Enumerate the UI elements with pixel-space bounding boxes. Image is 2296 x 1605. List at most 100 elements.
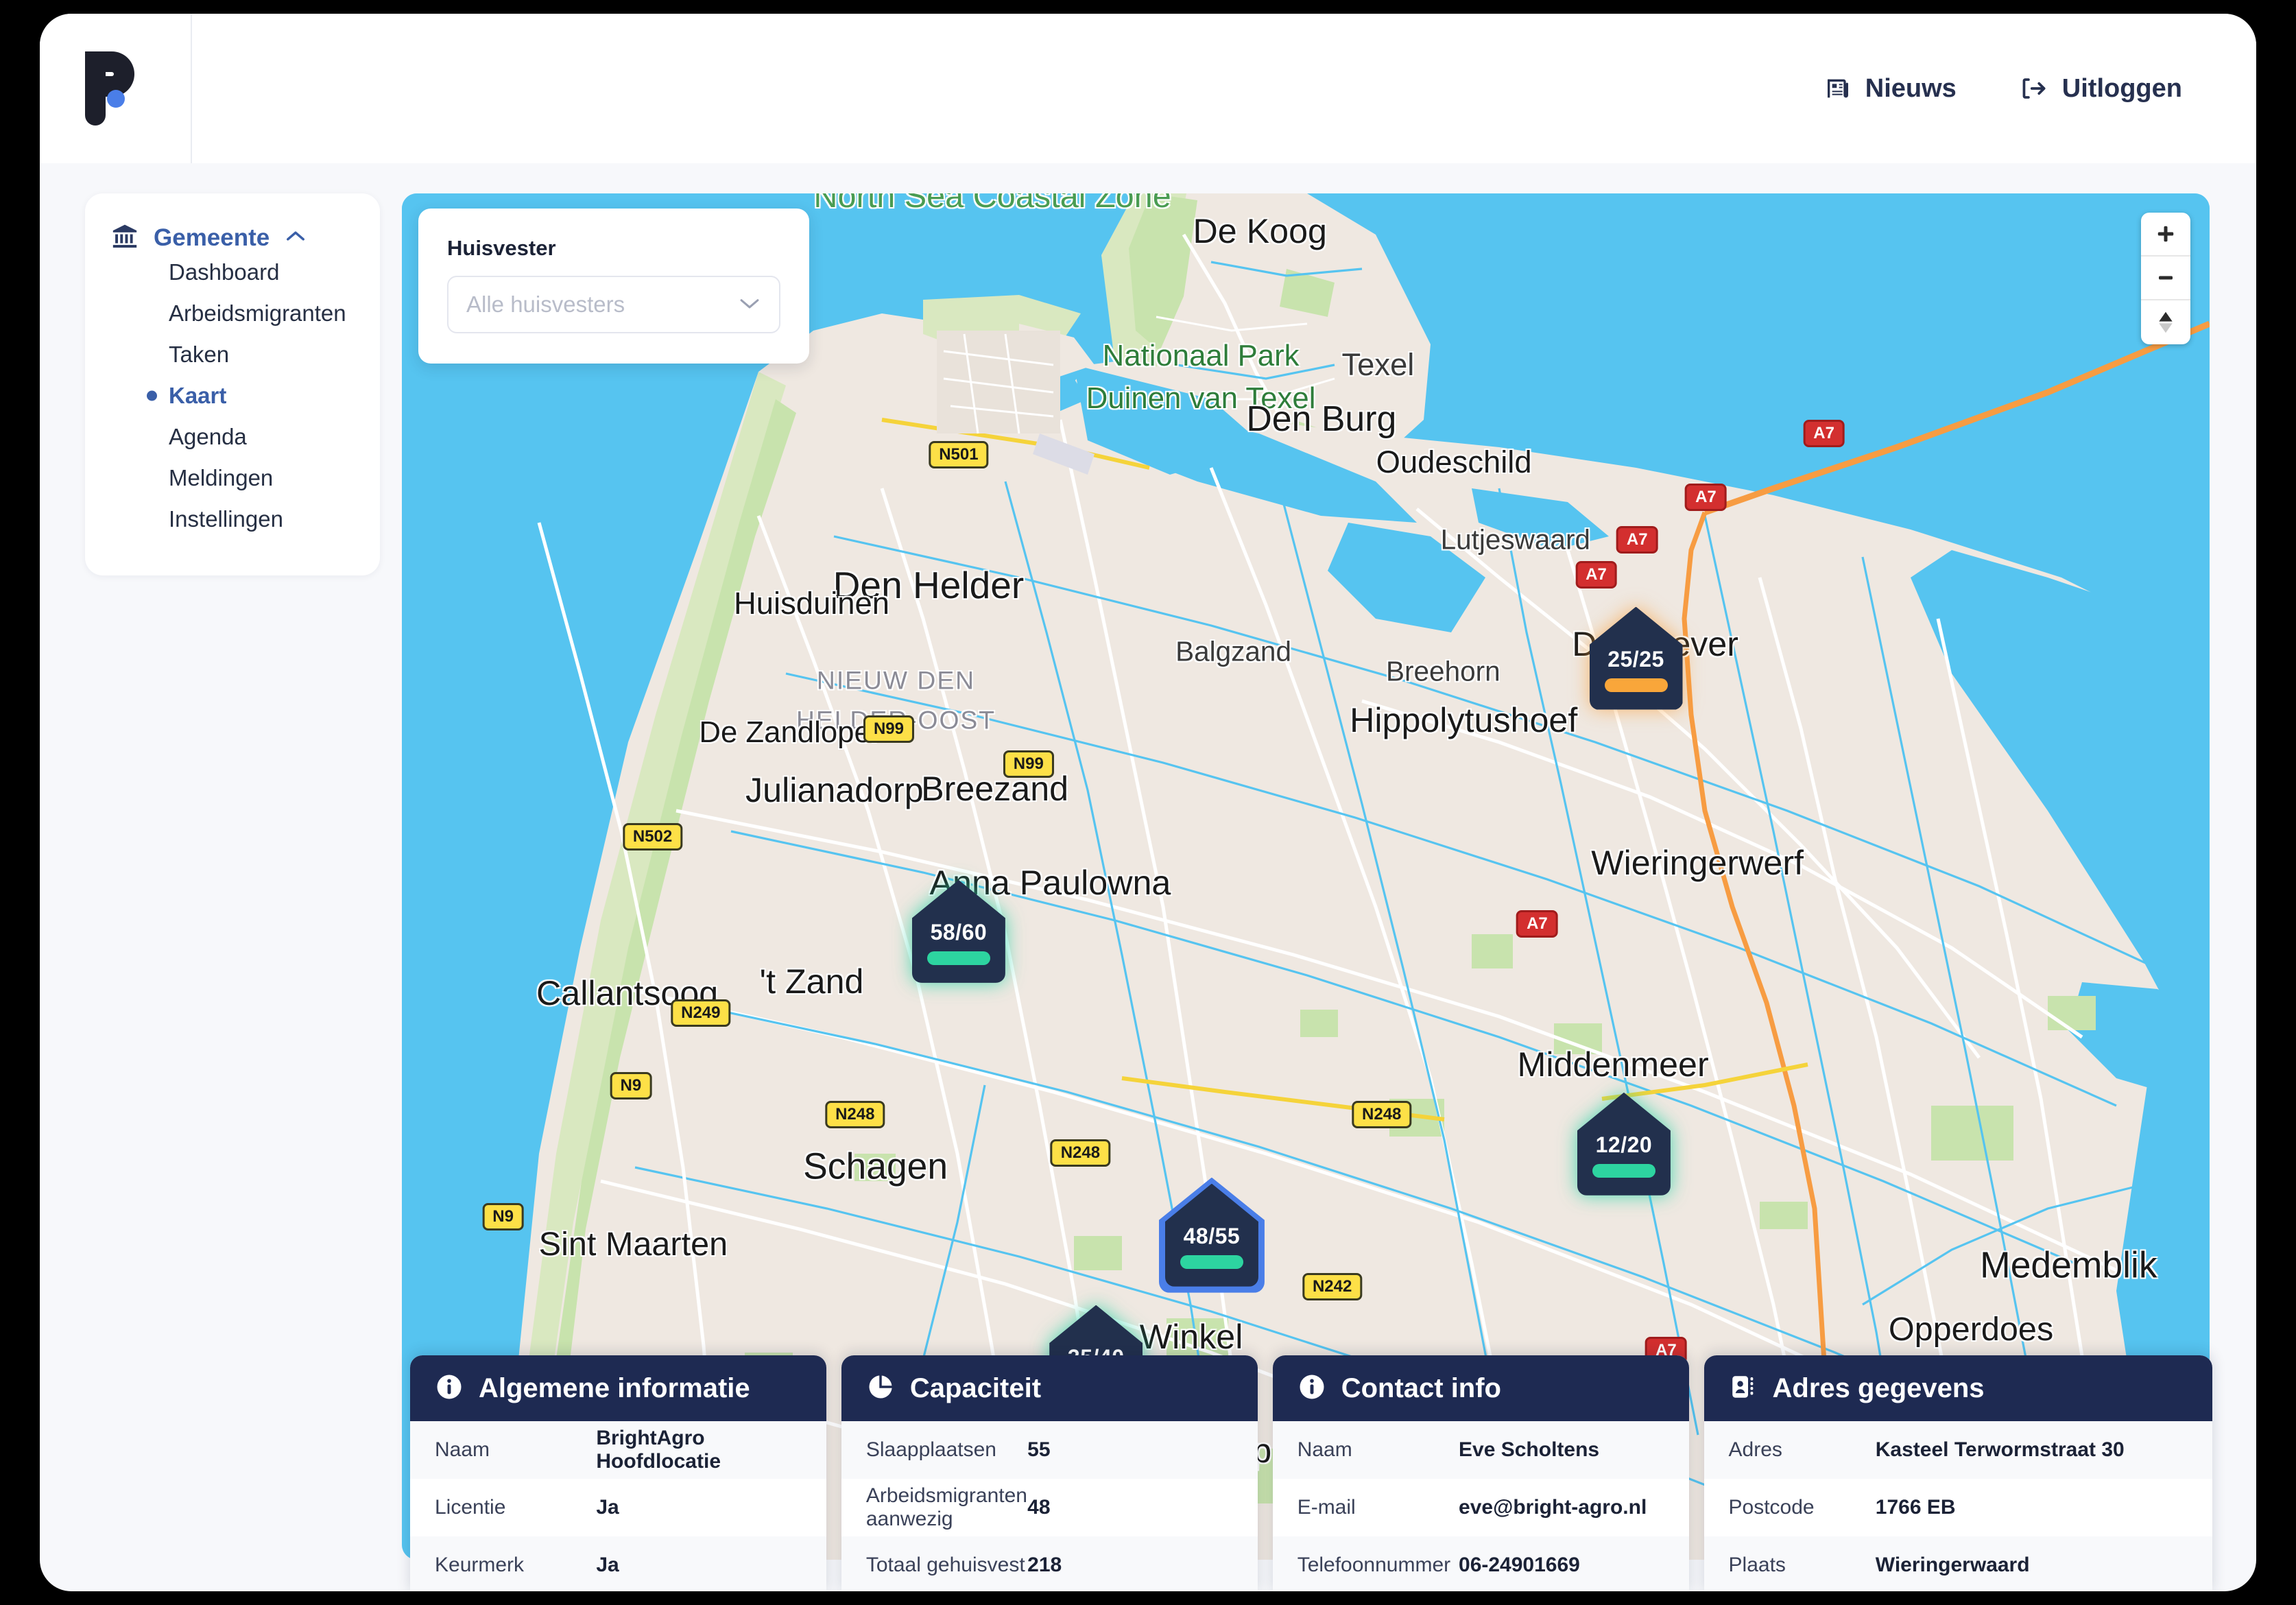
map-controls — [2141, 213, 2190, 344]
compass-button[interactable] — [2141, 300, 2190, 344]
detail-row-key: Totaal gehuisvest — [866, 1554, 1027, 1577]
app-screen: Nieuws Uitloggen — [40, 14, 2256, 1591]
detail-row-key: Slaapplaatsen — [866, 1438, 1027, 1462]
detail-card-rows: NaamBrightAgro HoofdlocatieLicentieJaKeu… — [410, 1421, 826, 1591]
sidebar-group-gemeente[interactable]: Gemeente — [85, 224, 380, 252]
newspaper-icon — [1824, 75, 1852, 102]
nav-card: Gemeente Dashboard Arbeidsmigranten Take… — [85, 193, 380, 575]
detail-row-value: 218 — [1027, 1554, 1233, 1577]
road-shield: A7 — [1685, 484, 1727, 511]
detail-row: NaamEve Scholtens — [1273, 1421, 1689, 1479]
sidebar-item-kaart[interactable]: Kaart — [85, 375, 380, 416]
road-shield: N242 — [1302, 1273, 1362, 1300]
road-shield: N248 — [825, 1101, 885, 1128]
detail-row: Totaal gehuisvest218 — [841, 1536, 1258, 1591]
detail-row-key: Adres — [1729, 1438, 1876, 1462]
detail-row-value: BrightAgro Hoofdlocatie — [596, 1427, 802, 1473]
detail-row-key: Licentie — [435, 1496, 596, 1519]
map-house-marker[interactable]: 48/55 — [1165, 1184, 1258, 1287]
body-area: Gemeente Dashboard Arbeidsmigranten Take… — [40, 163, 2256, 1591]
detail-row: Telefoonnummer06-24901669 — [1273, 1536, 1689, 1591]
top-bar: Nieuws Uitloggen — [40, 14, 2256, 163]
sidebar-item-label: Arbeidsmigranten — [169, 300, 346, 326]
map-house-marker[interactable]: 25/25 — [1590, 607, 1683, 710]
sidebar-group-label: Gemeente — [154, 224, 270, 252]
detail-row: Slaapplaatsen55 — [841, 1421, 1258, 1479]
marker-occupancy-label: 12/20 — [1577, 1132, 1671, 1158]
chevron-up-icon[interactable] — [285, 229, 307, 246]
zoom-out-button[interactable] — [2141, 257, 2190, 300]
detail-row-value: Kasteel Terwormstraat 30 — [1876, 1438, 2188, 1462]
detail-row-key: Arbeidsmigranten aanwezig — [866, 1484, 1027, 1531]
logout-icon — [2020, 75, 2048, 102]
detail-row: E-maileve@bright-agro.nl — [1273, 1479, 1689, 1536]
logout-label: Uitloggen — [2062, 74, 2182, 104]
sidebar-item-instellingen[interactable]: Instellingen — [85, 499, 380, 540]
map-house-marker[interactable]: 12/20 — [1577, 1093, 1671, 1196]
bank-icon — [111, 224, 139, 252]
p-logo-icon — [82, 51, 148, 126]
detail-row-value: 48 — [1027, 1496, 1233, 1519]
sidebar-item-label: Agenda — [169, 424, 247, 450]
detail-row-key: Keurmerk — [435, 1554, 596, 1577]
detail-card: Algemene informatie NaamBrightAgro Hoofdl… — [410, 1355, 826, 1591]
detail-row-key: Telefoonnummer — [1298, 1554, 1459, 1577]
news-button[interactable]: Nieuws — [1824, 74, 1957, 104]
huisvester-select[interactable]: Alle huisvesters — [447, 276, 780, 333]
huisvester-label: Huisvester — [447, 236, 780, 261]
road-shield: A7 — [1516, 910, 1558, 938]
road-shield: N501 — [929, 441, 988, 468]
detail-card-header: Algemene informatie — [410, 1355, 826, 1421]
road-shield: A7 — [1616, 526, 1658, 554]
road-shield: N248 — [1352, 1101, 1411, 1128]
road-shield: N9 — [610, 1072, 652, 1099]
marker-occupancy-bar — [1605, 678, 1668, 692]
sidebar-item-label: Meldingen — [169, 465, 273, 491]
detail-row-value: 1766 EB — [1876, 1496, 2188, 1519]
marker-occupancy-label: 48/55 — [1165, 1224, 1258, 1249]
detail-card: CapaciteitSlaapplaatsen55Arbeidsmigrante… — [841, 1355, 1258, 1591]
detail-card: Adres gegevens AdresKasteel Terwormstraat… — [1704, 1355, 2212, 1591]
sidebar-item-dashboard[interactable]: Dashboard — [85, 252, 380, 293]
map-house-marker[interactable]: 58/60 — [912, 880, 1005, 983]
contact-card-icon — [1729, 1372, 1758, 1405]
detail-row-value: Ja — [596, 1496, 802, 1519]
sidebar-item-meldingen[interactable]: Meldingen — [85, 457, 380, 499]
road-shield: A7 — [1803, 420, 1845, 447]
detail-row: AdresKasteel Terwormstraat 30 — [1704, 1421, 2212, 1479]
detail-row-value: Eve Scholtens — [1459, 1438, 1664, 1462]
detail-row-key: Naam — [435, 1438, 596, 1462]
sidebar-item-label: Taken — [169, 342, 229, 368]
road-shield: N9 — [482, 1203, 524, 1230]
sidebar-item-label: Instellingen — [169, 506, 283, 532]
pie-chart-icon — [866, 1372, 895, 1405]
huisvester-select-value: Alle huisvesters — [466, 292, 738, 318]
detail-row-value: Ja — [596, 1554, 802, 1577]
detail-card-rows: AdresKasteel Terwormstraat 30Postcode176… — [1704, 1421, 2212, 1591]
app-logo[interactable] — [40, 14, 192, 163]
road-shield: N249 — [671, 999, 730, 1027]
detail-card-title: Contact info — [1341, 1373, 1501, 1404]
detail-row: NaamBrightAgro Hoofdlocatie — [410, 1421, 826, 1479]
detail-row: Postcode1766 EB — [1704, 1479, 2212, 1536]
detail-card-header: Adres gegevens — [1704, 1355, 2212, 1421]
logout-button[interactable]: Uitloggen — [2020, 74, 2182, 104]
info-circle-icon — [435, 1372, 464, 1405]
detail-row-key: E-mail — [1298, 1496, 1459, 1519]
chevron-down-icon — [738, 296, 761, 314]
sidebar-item-arbeidsmigranten[interactable]: Arbeidsmigranten — [85, 293, 380, 334]
detail-card-title: Adres gegevens — [1773, 1373, 1985, 1404]
marker-occupancy-label: 58/60 — [912, 920, 1005, 945]
marker-occupancy-bar — [1592, 1164, 1655, 1178]
detail-row: KeurmerkJa — [410, 1536, 826, 1591]
zoom-in-button[interactable] — [2141, 213, 2190, 257]
detail-row-value: Wieringerwaard — [1876, 1554, 2188, 1577]
detail-row: Arbeidsmigranten aanwezig48 — [841, 1479, 1258, 1536]
detail-cards-row: Algemene informatieNaamBrightAgro Hoofdl… — [410, 1355, 2212, 1591]
detail-card-title: Algemene informatie — [479, 1373, 750, 1404]
road-shield: N502 — [623, 823, 682, 851]
sidebar-item-taken[interactable]: Taken — [85, 334, 380, 375]
detail-row-key: Naam — [1298, 1438, 1459, 1462]
detail-card: Contact infoNaamEve ScholtensE-maileve@b… — [1273, 1355, 1689, 1591]
sidebar-item-agenda[interactable]: Agenda — [85, 416, 380, 457]
